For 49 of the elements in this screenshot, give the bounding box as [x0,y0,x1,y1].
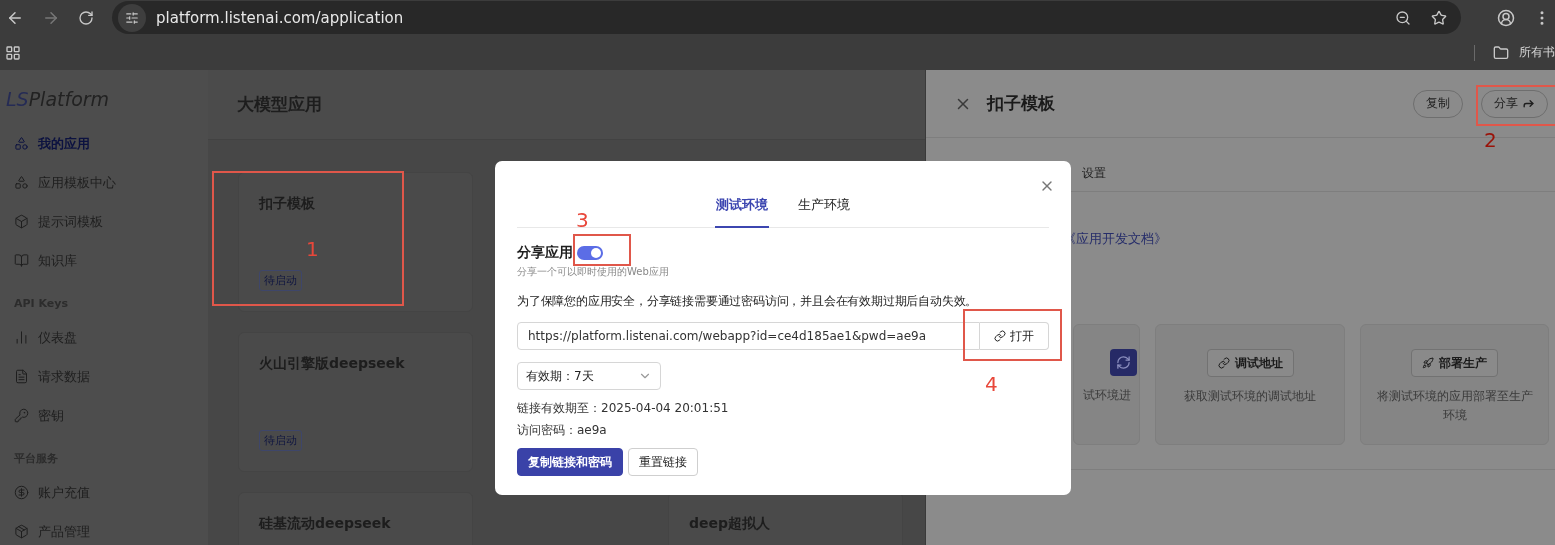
annotation-number: 3 [576,210,589,230]
coin-icon [14,485,29,500]
zoom-icon[interactable] [1395,9,1411,26]
apps-icon[interactable] [5,44,21,61]
annotation-number: 1 [306,239,319,259]
share-arrow-icon [1522,97,1535,110]
card-text: 将测试环境的应用部署至生产环境 [1375,388,1534,424]
card-text: 试环境进 [1082,387,1131,404]
reload-icon[interactable] [78,9,94,26]
validity-select[interactable]: 有效期：7天 [517,362,661,390]
reset-link-button[interactable]: 重置链接 [628,448,698,476]
package-icon [14,524,29,539]
open-button[interactable]: 打开 [980,322,1049,350]
copy-link-button[interactable]: 复制链接和密码 [517,448,623,476]
expiry-text: 链接有效期至：2025-04-04 20:01:51 [517,400,730,417]
site-settings-icon[interactable] [118,3,146,32]
toggle-hint: 分享一个可以即时使用的Web应用 [517,265,670,279]
bookmark-star-icon[interactable] [1431,9,1447,26]
security-notice: 为了保障您的应用安全，分享链接需要通过密码访问，并且会在有效期过期后自动失效。 [517,293,979,310]
annotation-number: 2 [1484,130,1497,150]
link-icon [994,330,1006,342]
key-icon [14,408,29,423]
url-text: platform.listenai.com/application [156,8,405,27]
book-icon [14,253,29,268]
deploy-button[interactable]: 部署生产 [1411,349,1498,377]
apps-icon [14,136,29,151]
env-tab[interactable]: 测试环境 [715,196,769,228]
template-icon [14,175,29,190]
toggle-label: 分享应用 [517,244,573,262]
annotation-number: 4 [985,374,998,394]
link-icon [1217,357,1230,369]
bookmarks-folder[interactable]: 所有书 [1519,44,1555,61]
profile-icon[interactable] [1497,8,1515,27]
drawer-tab[interactable]: 设置 [1082,164,1106,182]
env-tab[interactable]: 生产环境 [797,196,851,228]
debug-address-button[interactable]: 调试地址 [1206,349,1294,377]
rocket-icon [1422,357,1434,369]
card-text: 获取测试环境的调试地址 [1184,388,1316,405]
password-text: 访问密码：ae9a [517,422,608,439]
document-icon [14,369,29,384]
address-bar[interactable]: platform.listenai.com/application [112,1,1461,34]
annotation-frame [573,234,631,266]
cube-icon [14,214,29,229]
share-url-field[interactable]: https://platform.listenai.com/webapp?id=ce4d185ae1&pwd=ae9a [517,322,980,350]
refresh-icon[interactable] [1110,349,1137,376]
share-switch[interactable] [577,246,603,260]
drawer-title: 扣子模板 [987,92,1055,115]
bar-chart-icon [14,330,29,345]
folder-icon[interactable] [1493,44,1509,61]
